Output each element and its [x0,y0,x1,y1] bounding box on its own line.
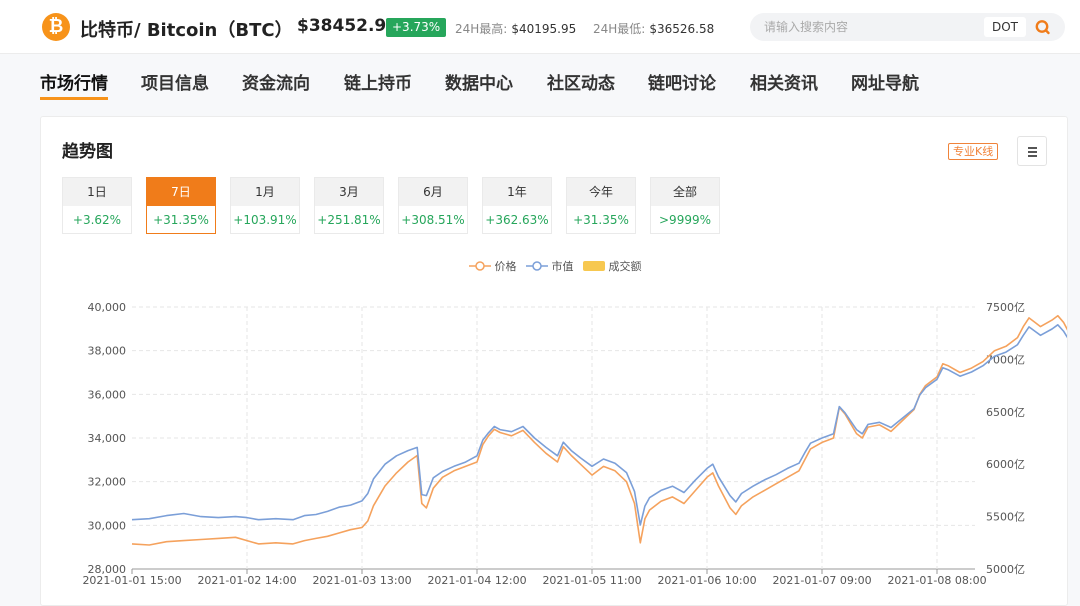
menu-icon[interactable] [1017,136,1047,166]
y2-tick-label: 7500亿 [986,301,1025,314]
range-tab-all[interactable]: 全部 >9999% [650,177,720,234]
y-tick-label: 30,000 [88,519,127,532]
high-24h-value: $40195.95 [511,22,577,36]
nav-item-discussion[interactable]: 链吧讨论 [648,69,716,94]
range-tab-change: +31.35% [153,213,209,227]
range-tab-label: 1月 [231,178,299,206]
nav-item-news[interactable]: 相关资讯 [750,69,818,94]
search-input[interactable] [764,17,974,37]
range-tab-label: 全部 [651,178,719,206]
x-tick-label: 2021-01-04 12:00 [427,574,526,587]
top-bar: ₿ 比特币/ Bitcoin（BTC） $38452.91 +3.73% 24H… [0,0,1080,54]
range-tab-change: +31.35% [573,213,629,227]
trend-chart: 28,00030,00032,00034,00036,00038,00040,0… [82,301,1067,587]
search-coin-tag[interactable]: DOT [984,17,1027,37]
legend-price-label: 价格 [494,260,517,273]
x-tick-label: 2021-01-05 11:00 [542,574,641,587]
nav-item-community[interactable]: 社区动态 [547,69,615,94]
range-tab-change: +251.81% [317,213,381,227]
x-tick-label: 2021-01-08 08:00 [887,574,986,587]
x-tick-label: 2021-01-03 13:00 [312,574,411,587]
current-price: $38452.91 [297,16,399,36]
price-series-line [131,314,1067,546]
legend-market-cap-label: 市值 [551,260,574,273]
range-tab-label: 1年 [483,178,551,206]
y2-tick-label: 5500亿 [986,511,1025,524]
range-tab-change: +3.62% [72,213,122,227]
y2-tick-label: 7000亿 [986,353,1025,366]
legend-market-cap[interactable]: 市值 [526,258,574,274]
range-tab-label: 今年 [567,178,635,206]
main-nav: 市场行情 项目信息 资金流向 链上持币 数据中心 社区动态 链吧讨论 相关资讯 … [0,54,1080,106]
search-box: DOT [750,13,1065,41]
range-tab-change: +308.51% [401,213,465,227]
y-tick-label: 40,000 [88,301,127,314]
range-tab-label: 1日 [63,178,131,206]
nav-item-market[interactable]: 市场行情 [40,69,108,100]
range-tab-change: >9999% [659,213,711,227]
bitcoin-logo-icon: ₿ [42,13,70,41]
price-change-badge: +3.73% [386,18,447,37]
range-tab-1d[interactable]: 1日 +3.62% [62,177,132,234]
x-tick-label: 2021-01-06 10:00 [657,574,756,587]
range-tab-1m[interactable]: 1月 +103.91% [230,177,300,234]
low-24h: 24H最低: $36526.58 [593,20,714,37]
range-tab-change: +103.91% [233,213,297,227]
range-tab-label: 6月 [399,178,467,206]
high-24h-label: 24H最高: [455,22,508,36]
trend-panel: 趋势图 专业K线 1日 +3.62% 7日 +31.35% 1月 +103.91… [40,116,1068,606]
coin-name: 比特币/ Bitcoin（BTC） [80,20,293,41]
x-tick-label: 2021-01-07 09:00 [772,574,871,587]
nav-item-fund-flow[interactable]: 资金流向 [242,69,310,94]
legend-volume[interactable]: 成交额 [583,258,642,274]
range-tab-6m[interactable]: 6月 +308.51% [398,177,468,234]
y-tick-label: 32,000 [88,476,127,489]
high-24h: 24H最高: $40195.95 [455,20,576,37]
panel-title: 趋势图 [62,142,113,162]
range-tab-label: 7日 [147,178,215,206]
range-tab-ytd[interactable]: 今年 +31.35% [566,177,636,234]
range-tab-label: 3月 [315,178,383,206]
market-cap-series-line [131,324,1067,526]
y-tick-label: 38,000 [88,345,127,358]
y-tick-label: 36,000 [88,388,127,401]
search-icon[interactable] [1032,17,1054,37]
nav-item-data-center[interactable]: 数据中心 [445,69,513,94]
x-tick-label: 2021-01-01 15:00 [82,574,181,587]
legend-price[interactable]: 价格 [469,258,517,274]
nav-item-project[interactable]: 项目信息 [141,69,209,94]
low-24h-value: $36526.58 [649,22,715,36]
nav-item-links[interactable]: 网址导航 [851,69,919,94]
x-tick-label: 2021-01-02 14:00 [197,574,296,587]
y-tick-label: 34,000 [88,432,127,445]
range-tab-1y[interactable]: 1年 +362.63% [482,177,552,234]
nav-item-holdings[interactable]: 链上持币 [344,69,412,94]
range-tab-7d[interactable]: 7日 +31.35% [146,177,216,234]
pro-kline-button[interactable]: 专业K线 [948,143,999,160]
range-tab-change: +362.63% [485,213,549,227]
y2-tick-label: 6500亿 [986,406,1025,419]
low-24h-label: 24H最低: [593,22,646,36]
legend-volume-label: 成交额 [608,260,642,273]
y2-tick-label: 6000亿 [986,458,1025,471]
range-tab-3m[interactable]: 3月 +251.81% [314,177,384,234]
y2-tick-label: 5000亿 [986,563,1025,576]
